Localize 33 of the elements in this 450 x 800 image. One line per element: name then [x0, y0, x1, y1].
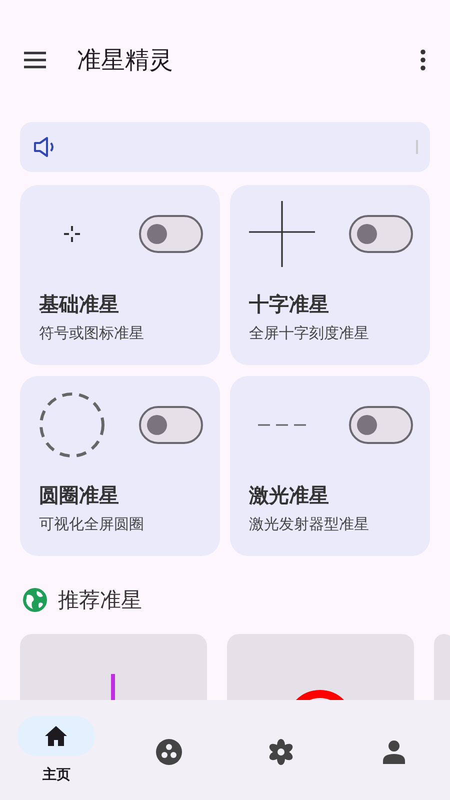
dashed-line-icon — [258, 423, 306, 427]
home-icon — [44, 725, 68, 747]
toggle-switch[interactable] — [349, 215, 413, 253]
crosshair-icon — [62, 224, 82, 244]
card-subtitle: 激光发射器型准星 — [249, 515, 370, 534]
card-subtitle: 全屏十字刻度准星 — [249, 324, 370, 343]
section-title: 推荐准星 — [58, 587, 142, 614]
menu-icon[interactable] — [23, 51, 47, 69]
crosshair-card[interactable]: 激光准星 激光发射器型准星 — [230, 376, 430, 556]
card-subtitle: 符号或图标准星 — [39, 324, 145, 343]
crosshair-icon — [249, 201, 315, 267]
card-subtitle: 可视化全屏圆圈 — [39, 515, 145, 534]
vertical-line-icon — [111, 674, 115, 700]
card-title: 激光准星 — [249, 482, 330, 509]
nav-label: 主页 — [42, 766, 70, 784]
person-icon — [382, 740, 406, 764]
three-dots-circle-icon — [156, 739, 182, 765]
crosshair-card[interactable]: 圆圈准星 可视化全屏圆圈 — [20, 376, 220, 556]
toggle-switch[interactable] — [349, 406, 413, 444]
scroll-mark-icon — [416, 140, 418, 154]
card-title: 基础准星 — [39, 291, 120, 318]
dashed-circle-icon — [39, 392, 105, 458]
card-title: 圆圈准星 — [39, 482, 120, 509]
nav-tab[interactable] — [17, 716, 96, 756]
card-title: 十字准星 — [249, 291, 330, 318]
more-icon[interactable] — [420, 49, 426, 71]
toggle-switch[interactable] — [139, 215, 203, 253]
settings-icon — [268, 739, 294, 765]
globe-icon — [22, 587, 48, 613]
crosshair-card[interactable]: 基础准星 符号或图标准星 — [20, 185, 220, 365]
app-title: 准星精灵 — [77, 45, 174, 76]
toggle-switch[interactable] — [139, 406, 203, 444]
crosshair-card[interactable]: 十字准星 全屏十字刻度准星 — [230, 185, 430, 365]
